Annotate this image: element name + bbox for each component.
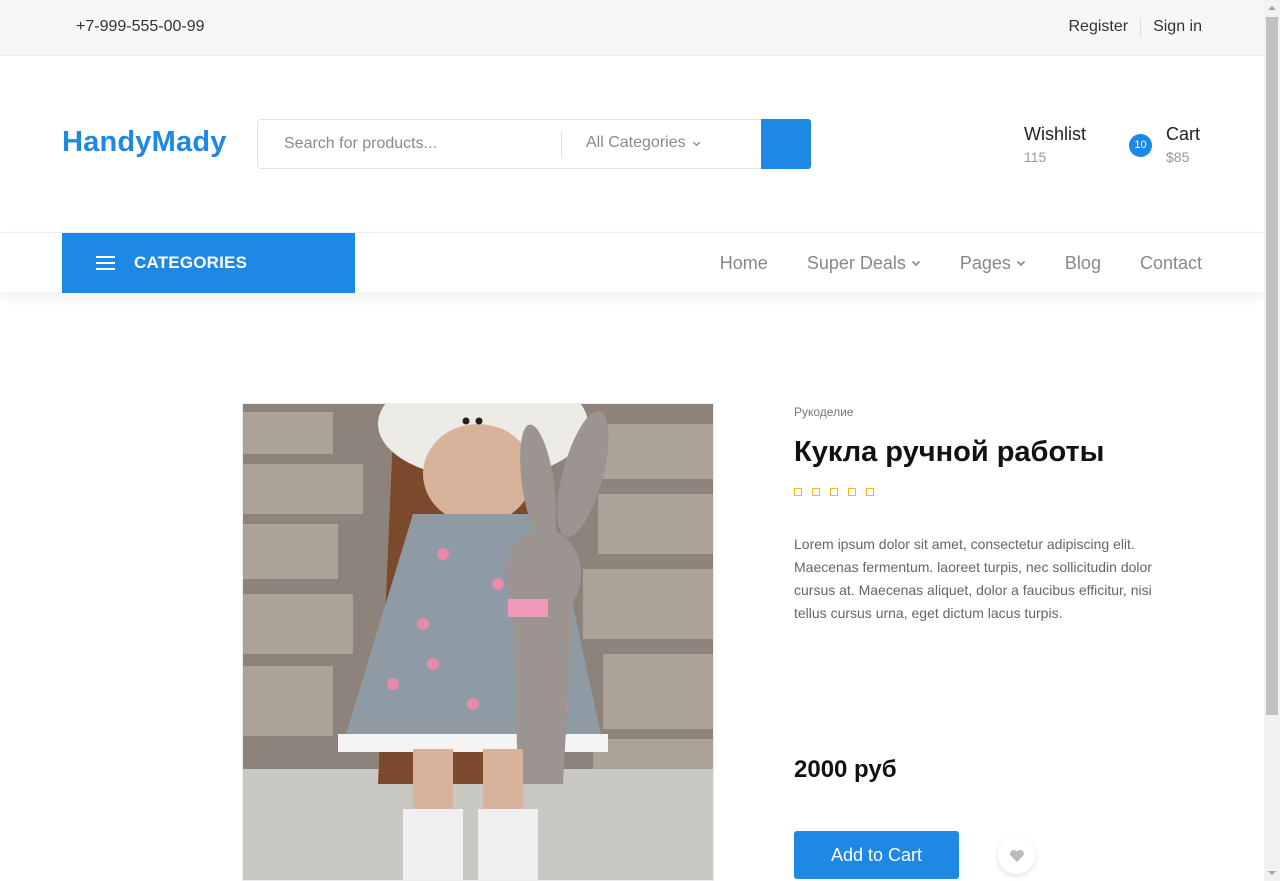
search-input[interactable]	[258, 120, 560, 168]
nav-item-pages[interactable]: Pages	[960, 253, 1026, 274]
nav-item-blog[interactable]: Blog	[1065, 253, 1101, 274]
menu-icon	[96, 256, 115, 270]
star-icon	[866, 488, 874, 496]
nav-item-home[interactable]: Home	[720, 253, 768, 274]
wishlist-count: 115	[1024, 149, 1047, 165]
product-price: 2000 руб	[794, 756, 897, 783]
chevron-down-icon	[1016, 260, 1025, 267]
heart-icon	[1009, 849, 1024, 862]
cart-total: $85	[1166, 149, 1190, 165]
nav-menu: Home Super Deals Pages Blog Contact	[681, 233, 1202, 293]
star-icon	[794, 488, 802, 496]
nav-item-label: Blog	[1064, 252, 1101, 273]
scrollbar-thumb[interactable]	[1266, 17, 1278, 715]
phone-number: +7-999-555-00-99	[76, 18, 205, 35]
nav-item-label: Contact	[1139, 252, 1202, 273]
add-to-cart-button[interactable]: Add to Cart	[794, 831, 959, 879]
sign-in-link[interactable]: Sign in	[1153, 18, 1202, 36]
vertical-scrollbar[interactable]	[1264, 0, 1280, 881]
star-icon	[812, 488, 820, 496]
divider	[1140, 18, 1142, 36]
star-icon	[830, 488, 838, 496]
cart-count-badge: 10	[1129, 134, 1152, 157]
product-category[interactable]: Рукоделие	[794, 405, 853, 419]
nav-item-label: Pages	[959, 252, 1011, 273]
doll-photo	[243, 404, 713, 880]
logo[interactable]: HandyMady	[62, 126, 227, 159]
top-bar: +7-999-555-00-99 Register Sign in	[0, 0, 1264, 56]
wishlist-label: Wishlist	[1024, 124, 1086, 144]
product-description: Lorem ipsum dolor sit amet, consectetur …	[794, 536, 1152, 621]
nav-item-super-deals[interactable]: Super Deals	[807, 253, 921, 274]
star-icon	[848, 488, 856, 496]
scroll-down-arrow-icon[interactable]	[1264, 865, 1280, 881]
cart-label: Cart	[1166, 124, 1201, 144]
nav-item-contact[interactable]: Contact	[1140, 253, 1202, 274]
search-divider	[561, 131, 562, 158]
category-select-label: All Categories	[586, 134, 686, 151]
search-button[interactable]	[761, 119, 811, 169]
categories-button[interactable]: CATEGORIES	[62, 233, 355, 293]
chevron-down-icon	[911, 260, 920, 267]
nav-item-label: Super Deals	[806, 252, 906, 273]
wishlist[interactable]: Wishlist 115	[1024, 124, 1086, 165]
rating-stars	[794, 488, 884, 496]
search-icon	[777, 135, 791, 149]
search-bar: All Categories	[257, 119, 811, 169]
product-title: Кукла ручной работы	[794, 436, 1105, 468]
chevron-down-icon	[692, 141, 700, 146]
header: HandyMady All Categories Wishlist 115 10…	[0, 56, 1264, 232]
nav-item-label: Home	[719, 252, 768, 273]
categories-label: CATEGORIES	[134, 253, 248, 272]
register-link[interactable]: Register	[1069, 18, 1129, 36]
account-links: Register Sign in	[1069, 18, 1202, 36]
main-nav: CATEGORIES Home Super Deals Pages Blog C…	[0, 232, 1264, 293]
category-select[interactable]: All Categories	[586, 134, 701, 152]
wishlist-button[interactable]	[998, 837, 1035, 874]
product-image[interactable]	[242, 403, 714, 881]
cart[interactable]: Cart $85	[1166, 124, 1200, 165]
scroll-up-arrow-icon[interactable]	[1264, 0, 1280, 16]
